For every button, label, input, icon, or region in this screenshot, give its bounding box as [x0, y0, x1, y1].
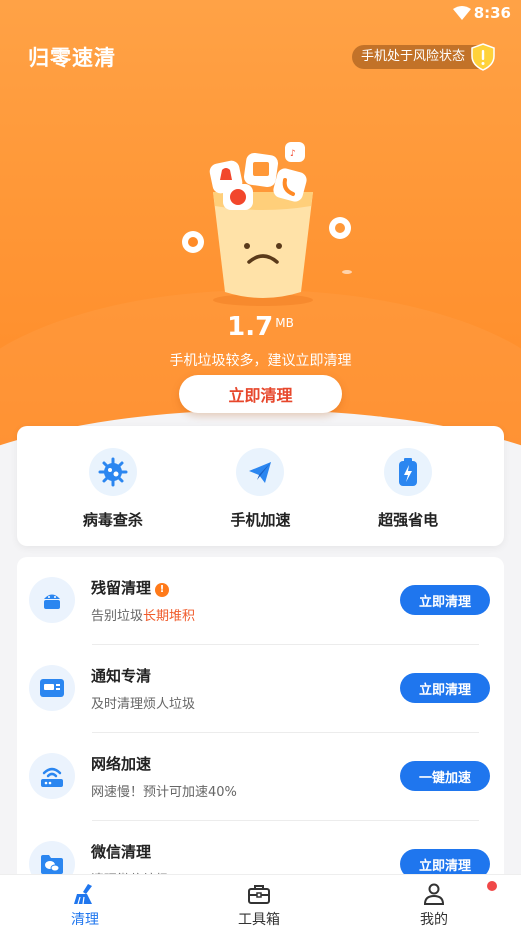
notification-icon: [29, 665, 75, 711]
battery-icon: [384, 448, 433, 496]
wifi-icon: [453, 6, 471, 20]
item-subtitle-emphasis: 长期堆积: [143, 609, 196, 624]
toolbox-icon: [248, 885, 270, 904]
broom-icon: [74, 884, 92, 905]
risk-status-badge[interactable]: 手机处于风险状态: [351, 43, 495, 71]
quick-action-speed-up[interactable]: 手机加速: [200, 426, 320, 546]
item-subtitle: 及时清理烦人垃圾: [91, 697, 196, 712]
risk-status-text: 手机处于风险状态: [360, 49, 465, 64]
quick-action-virus-scan[interactable]: 病毒查杀: [53, 426, 173, 546]
item-title: 网络加速: [91, 755, 152, 773]
item-subtitle: 告别垃圾长期堆积: [91, 605, 195, 624]
tab-clean[interactable]: 清理: [45, 883, 125, 928]
item-title: 通知专清: [91, 667, 152, 685]
item-subtitle: 网速慢！预计可加速40%: [91, 785, 237, 800]
android-icon: [29, 577, 75, 623]
item-subtitle-text: 告别垃圾: [91, 609, 144, 624]
quick-action-power-save[interactable]: 超强省电: [348, 426, 468, 546]
junk-size: 1.7 MB: [0, 312, 521, 342]
item-title-text: 残留清理: [91, 579, 152, 597]
residual-clean-button[interactable]: 立即清理: [400, 585, 490, 615]
warning-badge-icon: !: [155, 583, 170, 597]
paper-plane-icon: [236, 448, 285, 496]
list-item: 残留清理! 告别垃圾长期堆积 立即清理: [17, 557, 504, 645]
tab-label: 清理: [71, 912, 99, 928]
item-title: 残留清理!: [91, 577, 170, 598]
bottom-tab-bar: 清理 工具箱 我的: [0, 874, 521, 928]
tab-label: 工具箱: [238, 912, 280, 928]
tab-toolbox[interactable]: 工具箱: [219, 883, 299, 928]
app-title: 归零速清: [28, 46, 116, 70]
list-item: 网络加速 网速慢！预计可加速40% 一键加速: [17, 733, 504, 821]
status-time: 8:36: [473, 4, 511, 22]
trash-bucket-illustration: ♪: [182, 142, 352, 306]
list-item: 通知专清 及时清理烦人垃圾 立即清理: [17, 645, 504, 733]
junk-size-value: 1.7: [227, 312, 274, 342]
quick-action-label: 病毒查杀: [82, 511, 143, 529]
task-list-card: 残留清理! 告别垃圾长期堆积 立即清理 通知专清 及时清理烦人垃圾 立即清理 网…: [17, 557, 504, 887]
user-icon: [423, 883, 445, 905]
svg-text:♪: ♪: [290, 149, 296, 159]
item-title: 微信清理: [91, 843, 152, 861]
notification-clean-button[interactable]: 立即清理: [400, 673, 490, 703]
quick-actions-card: 病毒查杀 手机加速 超强省电: [17, 426, 504, 546]
tab-label: 我的: [420, 912, 448, 928]
quick-action-label: 手机加速: [230, 511, 291, 529]
junk-size-unit: MB: [275, 316, 294, 330]
status-bar: 8:36: [0, 0, 521, 30]
notification-dot: [487, 881, 497, 891]
shield-warning-icon: [471, 43, 495, 71]
router-wifi-icon: [29, 753, 75, 799]
quick-action-label: 超强省电: [378, 511, 439, 529]
virus-gear-icon: [88, 448, 137, 496]
network-boost-button[interactable]: 一键加速: [400, 761, 490, 791]
junk-hint: 手机垃圾较多，建议立即清理: [169, 353, 352, 369]
tab-mine[interactable]: 我的: [394, 883, 474, 928]
clean-now-button[interactable]: 立即清理: [179, 375, 342, 413]
